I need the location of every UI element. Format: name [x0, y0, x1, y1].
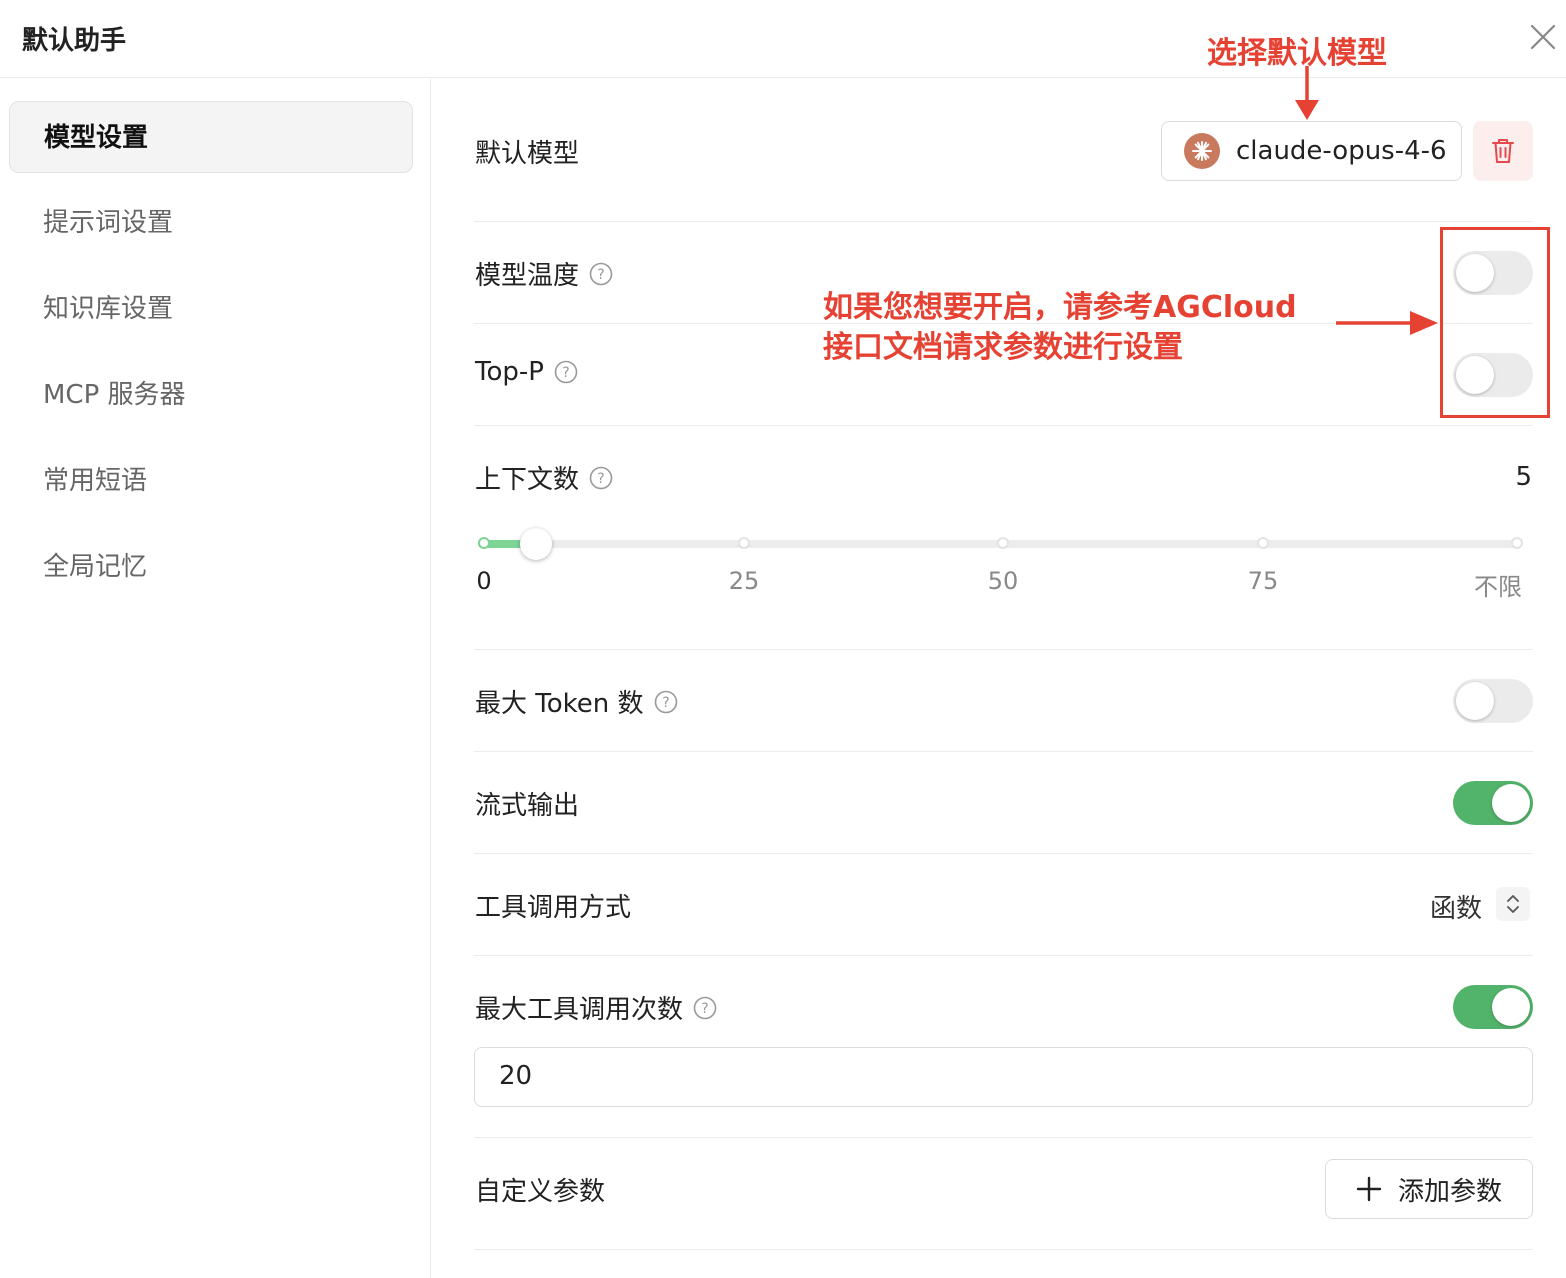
max-tool-calls-toggle[interactable]	[1453, 985, 1533, 1029]
default-model-select[interactable]: claude-opus-4-6	[1161, 121, 1462, 181]
max-tokens-label: 最大 Token 数 ?	[475, 683, 678, 720]
max-tool-calls-label-text: 最大工具调用次数	[475, 995, 684, 1025]
slider-tick-dot	[738, 537, 750, 549]
help-icon[interactable]: ?	[554, 360, 578, 384]
tool-call-mode-label-text: 工具调用方式	[475, 893, 632, 923]
max-tokens-toggle[interactable]	[1453, 679, 1533, 723]
settings-main: 默认模型 claude-opus-4-6 模型温度 ? Top-P ? 上下文数…	[432, 79, 1566, 1278]
top-p-label-text: Top-P	[475, 357, 544, 387]
annotation-hint-line1: 如果您想要开启，请参考AGCloud	[823, 290, 1297, 325]
slider-tick-label: 75	[1247, 567, 1279, 595]
svg-text:?: ?	[597, 267, 604, 283]
arrow-down-icon	[1295, 66, 1319, 120]
tool-call-mode-label: 工具调用方式	[475, 887, 631, 924]
help-icon[interactable]: ?	[654, 690, 678, 714]
claude-logo-icon	[1184, 133, 1220, 169]
custom-params-label: 自定义参数	[475, 1171, 605, 1208]
top-p-label: Top-P ?	[475, 357, 578, 387]
context-count-value: 5	[1515, 462, 1532, 492]
settings-sidebar: 模型设置 提示词设置 知识库设置 MCP 服务器 常用短语 全局记忆	[0, 79, 431, 1278]
toggle-knob	[1456, 682, 1494, 720]
help-icon[interactable]: ?	[589, 262, 613, 286]
toggle-knob	[1492, 988, 1530, 1026]
sidebar-item-model-settings[interactable]: 模型设置	[9, 101, 413, 173]
stream-output-label: 流式输出	[475, 785, 579, 822]
toggle-knob	[1492, 784, 1530, 822]
svg-text:?: ?	[701, 1001, 708, 1017]
help-icon[interactable]: ?	[693, 996, 717, 1020]
slider-tick-label: 不限	[1474, 573, 1522, 601]
default-model-label: 默认模型	[475, 133, 579, 170]
divider	[474, 649, 1533, 650]
tool-call-mode-select[interactable]	[1496, 887, 1530, 921]
close-button[interactable]	[1528, 22, 1558, 52]
add-param-label: 添加参数	[1397, 1176, 1502, 1207]
slider-thumb[interactable]	[520, 528, 552, 560]
divider	[474, 221, 1533, 222]
divider	[474, 1249, 1533, 1250]
annotation-hint-line2: 接口文档请求参数进行设置	[823, 330, 1183, 365]
add-param-button[interactable]: 添加参数	[1325, 1159, 1533, 1219]
slider-tick-label: 25	[728, 567, 760, 595]
temperature-label-text: 模型温度	[475, 261, 580, 291]
custom-params-label-text: 自定义参数	[475, 1177, 606, 1207]
trash-icon	[1492, 139, 1514, 163]
sidebar-item-prompt-settings[interactable]: 提示词设置	[9, 187, 413, 259]
slider-tick-dot	[1257, 537, 1269, 549]
context-count-slider[interactable]	[478, 528, 1523, 560]
divider	[474, 853, 1533, 854]
help-icon[interactable]: ?	[589, 466, 613, 490]
context-count-label-text: 上下文数	[475, 465, 580, 495]
sidebar-item-global-memory[interactable]: 全局记忆	[9, 531, 413, 603]
chevron-up-down-icon	[1507, 895, 1519, 913]
close-icon	[1530, 24, 1556, 50]
svg-text:?: ?	[597, 471, 604, 487]
slider-tick-dot	[997, 537, 1009, 549]
max-tokens-label-text: 最大 Token 数	[475, 689, 644, 719]
divider	[474, 751, 1533, 752]
svg-text:?: ?	[662, 695, 669, 711]
slider-tick-dot	[478, 537, 490, 549]
slider-tick-label: 50	[987, 567, 1019, 595]
arrow-right-icon	[1336, 311, 1438, 335]
max-tool-calls-label: 最大工具调用次数 ?	[475, 989, 717, 1026]
divider	[474, 425, 1533, 426]
svg-text:?: ?	[562, 365, 569, 381]
divider	[474, 955, 1533, 956]
annotation-highlight-box	[1440, 227, 1550, 418]
divider	[474, 1137, 1533, 1138]
stream-output-toggle[interactable]	[1453, 781, 1533, 825]
temperature-label: 模型温度 ?	[475, 255, 613, 292]
stream-output-label-text: 流式输出	[475, 791, 580, 821]
model-name: claude-opus-4-6	[1236, 136, 1447, 166]
tool-call-mode-value[interactable]: 函数	[1430, 888, 1482, 925]
slider-tick-dot	[1511, 537, 1523, 549]
slider-tick-label: 0	[476, 567, 492, 595]
plus-icon	[1356, 1176, 1382, 1202]
dialog-title: 默认助手	[22, 26, 127, 56]
default-model-label-text: 默认模型	[475, 139, 580, 169]
sidebar-item-common-phrases[interactable]: 常用短语	[9, 445, 413, 517]
sidebar-item-knowledge-settings[interactable]: 知识库设置	[9, 273, 413, 345]
context-count-label: 上下文数 ?	[475, 459, 613, 496]
max-tool-calls-input[interactable]: 20	[474, 1047, 1533, 1107]
sidebar-item-mcp-servers[interactable]: MCP 服务器	[9, 359, 413, 431]
delete-model-button[interactable]	[1473, 121, 1533, 181]
